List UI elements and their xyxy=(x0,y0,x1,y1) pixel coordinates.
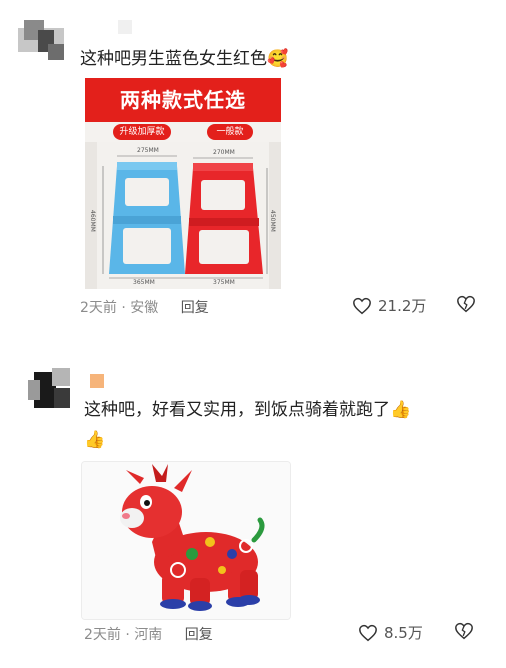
like-button[interactable]: 21.2万 xyxy=(352,295,426,316)
comment-text-line-2: 👍 xyxy=(84,428,105,452)
comment-text: 这种吧男生蓝色女生红色🥰 xyxy=(80,49,289,69)
broken-heart-icon xyxy=(457,295,475,313)
avatar[interactable] xyxy=(28,368,74,408)
reply-button[interactable]: 回复 xyxy=(185,627,213,643)
comment-location: 安徽 xyxy=(130,300,159,316)
avatar[interactable] xyxy=(18,20,64,60)
dim-side-left: 460MM xyxy=(89,210,96,232)
comment-image-toy-deer[interactable] xyxy=(81,461,291,620)
thumbs-up-icon: 👍 xyxy=(390,400,412,420)
heart-outline-icon xyxy=(359,624,377,641)
stools-illustration xyxy=(85,142,281,289)
comment-time: 2天前 xyxy=(80,300,117,316)
like-count: 8.5万 xyxy=(384,624,423,642)
hug-emoji: 🥰 xyxy=(267,49,289,69)
broken-heart-icon xyxy=(455,622,473,640)
dim-bottom-left: 365MM xyxy=(133,279,155,286)
comment-location: 河南 xyxy=(134,627,163,643)
comment-meta: 2天前 · 安徽 回复 xyxy=(80,300,209,316)
dim-top-left: 275MM xyxy=(137,147,159,154)
username-badge xyxy=(118,20,132,34)
comment-text: 这种吧，好看又实用，到饭点骑着就跑了👍 xyxy=(84,400,412,420)
thumbs-up-icon: 👍 xyxy=(84,430,106,450)
toy-deer-illustration xyxy=(82,462,290,619)
comment-meta: 2天前 · 河南 回复 xyxy=(84,627,213,643)
username-badge xyxy=(90,374,104,388)
comment-time: 2天前 xyxy=(84,627,121,643)
dim-side-right: 450MM xyxy=(269,210,276,232)
dim-top-right: 270MM xyxy=(213,149,235,156)
like-button[interactable]: 8.5万 xyxy=(358,622,423,643)
comment-image-stools[interactable]: 两种款式任选 升级加厚款 一般款 275MM 270MM 460MM 450MM… xyxy=(85,78,281,289)
like-count: 21.2万 xyxy=(378,297,427,315)
reply-button[interactable]: 回复 xyxy=(181,300,209,316)
heart-outline-icon xyxy=(353,297,371,314)
dislike-button[interactable] xyxy=(456,295,476,317)
dim-bottom-right: 375MM xyxy=(213,279,235,286)
dislike-button[interactable] xyxy=(454,622,474,644)
